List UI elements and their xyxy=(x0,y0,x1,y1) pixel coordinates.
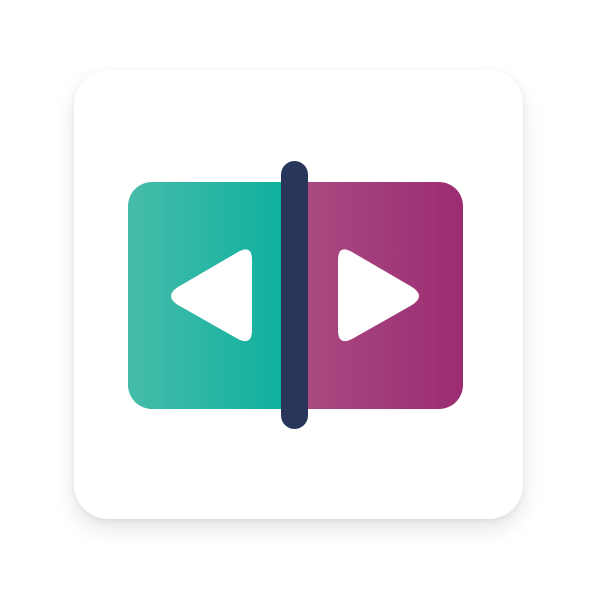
split-divider-icon xyxy=(281,161,308,429)
icon-canvas xyxy=(0,0,591,591)
compare-split-icon xyxy=(128,161,463,429)
